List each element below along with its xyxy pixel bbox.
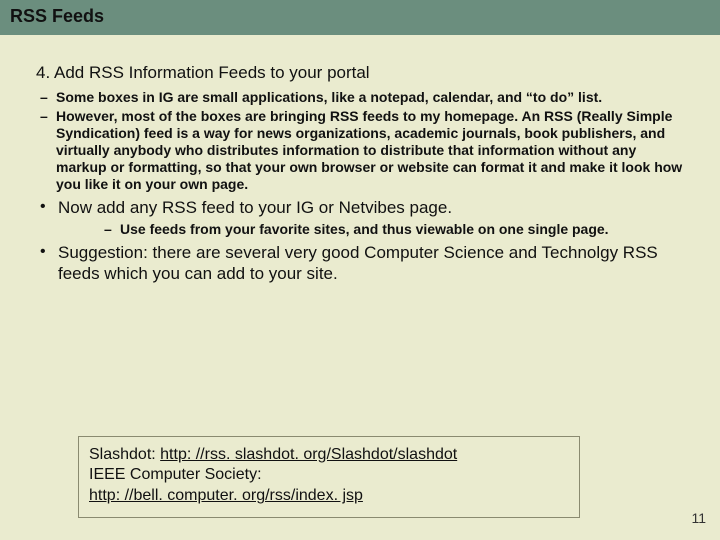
step-heading: 4. Add RSS Information Feeds to your por…	[36, 63, 684, 83]
bullet-item: Suggestion: there are several very good …	[36, 242, 684, 285]
link-label-slashdot: Slashdot:	[89, 446, 160, 463]
content-area: 4. Add RSS Information Feeds to your por…	[0, 35, 720, 284]
bullet-sublist: Use feeds from your favorite sites, and …	[100, 221, 684, 238]
step-sub-item: Some boxes in IG are small applications,…	[36, 89, 684, 106]
link-line-2-url: http: //bell. computer. org/rss/index. j…	[89, 486, 569, 507]
step-sublist: Some boxes in IG are small applications,…	[36, 89, 684, 193]
link-line-1: Slashdot: http: //rss. slashdot. org/Sla…	[89, 445, 569, 466]
step-number: 4.	[36, 63, 50, 82]
link-label-ieee: IEEE Computer Society:	[89, 466, 262, 483]
link-url-slashdot[interactable]: http: //rss. slashdot. org/Slashdot/slas…	[160, 446, 457, 463]
slide-title: RSS Feeds	[10, 6, 710, 27]
step-title: Add RSS Information Feeds to your portal	[54, 63, 370, 82]
page-number: 11	[691, 510, 706, 526]
link-line-2-label: IEEE Computer Society:	[89, 465, 569, 486]
bullet-text: Now add any RSS feed to your IG or Netvi…	[58, 198, 452, 217]
bullet-item: Now add any RSS feed to your IG or Netvi…	[36, 197, 684, 237]
slide: RSS Feeds 4. Add RSS Information Feeds t…	[0, 0, 720, 540]
bullet-text: Suggestion: there are several very good …	[58, 243, 658, 283]
title-bar: RSS Feeds	[0, 0, 720, 35]
link-box: Slashdot: http: //rss. slashdot. org/Sla…	[78, 436, 580, 518]
link-url-ieee[interactable]: http: //bell. computer. org/rss/index. j…	[89, 487, 363, 504]
step-sub-item: However, most of the boxes are bringing …	[36, 108, 684, 193]
bullet-sub-item: Use feeds from your favorite sites, and …	[100, 221, 684, 238]
main-bullets: Now add any RSS feed to your IG or Netvi…	[36, 197, 684, 284]
